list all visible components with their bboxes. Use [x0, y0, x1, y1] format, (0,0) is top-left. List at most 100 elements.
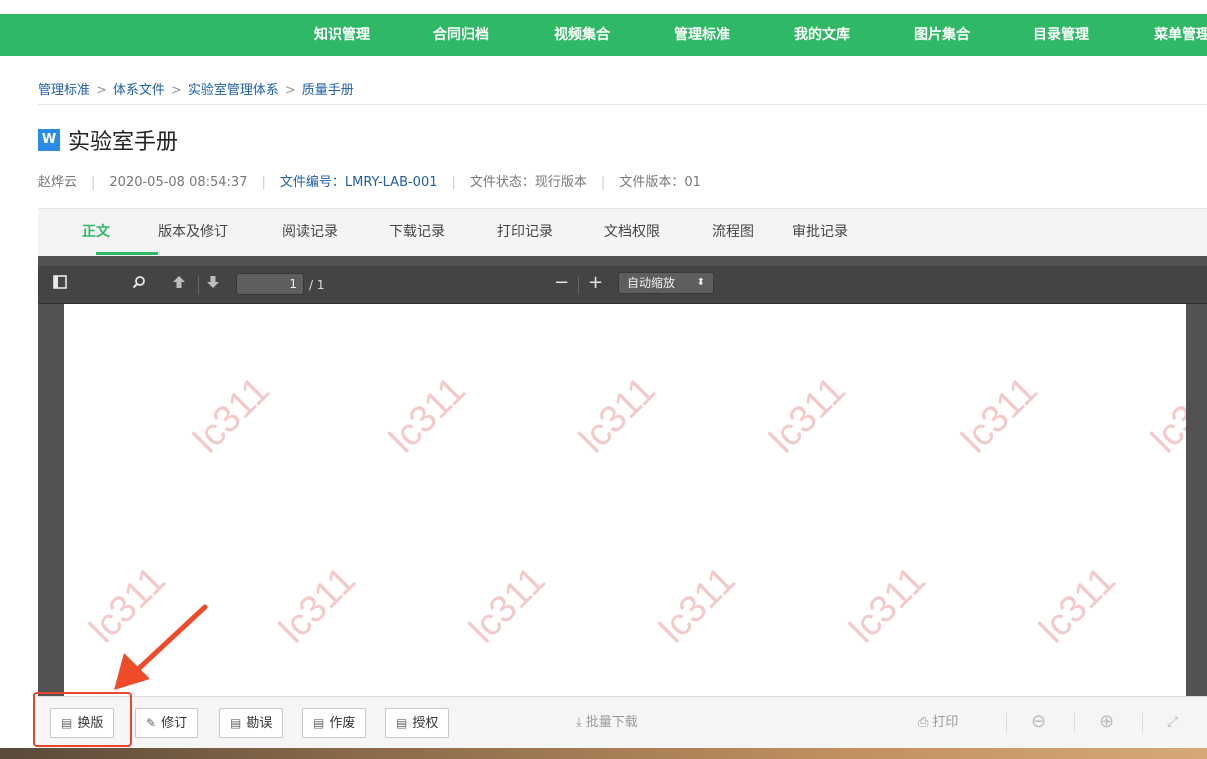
watermark: lc311: [571, 369, 664, 462]
download-icon: ⤓: [576, 715, 582, 730]
sidebar-toggle-icon[interactable]: [53, 275, 67, 295]
print-button[interactable]: ⎙ 打印: [918, 713, 958, 733]
viewer-toolbar: 1 / 1 − + 自动缩放 ⬍: [38, 266, 1207, 304]
select-arrows-icon: ⬍: [696, 277, 705, 288]
page-total: / 1: [309, 278, 325, 292]
erratum-label: 勘误: [246, 716, 273, 731]
zoom-select[interactable]: 自动缩放 ⬍: [618, 272, 714, 294]
zoom-out-icon[interactable]: ⊖: [1031, 711, 1046, 733]
doc-version-label: 文件版本：: [619, 175, 685, 190]
bottom-strip: [0, 748, 1207, 759]
doc-version: 01: [684, 175, 701, 190]
nav-item-contracts[interactable]: 合同归档: [433, 14, 489, 56]
tab-body[interactable]: 正文: [82, 209, 110, 255]
breadcrumb-item-system-files[interactable]: 体系文件: [113, 83, 165, 98]
void-label: 作废: [329, 716, 356, 731]
document-lock-icon: ▤: [396, 716, 408, 730]
page-title: 实验室手册: [68, 130, 179, 155]
watermark: lc311: [185, 369, 278, 462]
tab-bar: 正文 版本及修订 阅读记录 下载记录 打印记录 文档权限 流程图 审批记录: [38, 208, 1207, 256]
toolbar-separator: [198, 276, 199, 294]
action-separator: [1006, 713, 1007, 733]
breadcrumb-item-standards[interactable]: 管理标准: [38, 83, 90, 98]
doc-code: LMRY-LAB-001: [344, 175, 438, 190]
tab-read-records[interactable]: 阅读记录: [282, 209, 338, 255]
nav-item-videos[interactable]: 视频集合: [554, 14, 610, 56]
nav-item-catalog[interactable]: 目录管理: [1033, 14, 1089, 56]
printer-icon: ⎙: [918, 715, 929, 730]
divider: [38, 104, 1207, 105]
next-page-icon[interactable]: [206, 275, 220, 295]
active-tab-indicator: [96, 252, 158, 255]
nav-item-library[interactable]: 我的文库: [794, 14, 850, 56]
void-button[interactable]: ▤ 作废: [302, 708, 367, 738]
word-doc-icon: W: [38, 129, 60, 151]
search-icon[interactable]: [132, 275, 146, 295]
highlight-box: [33, 692, 132, 747]
toolbar-separator: [578, 276, 579, 294]
meta-separator: |: [451, 175, 456, 190]
doc-status: 现行版本: [534, 175, 587, 190]
doc-author: 赵烨云: [38, 175, 78, 190]
erratum-button[interactable]: ▤ 勘误: [219, 708, 284, 738]
revise-label: 修订: [161, 716, 188, 731]
nav-item-knowledge[interactable]: 知识管理: [314, 14, 370, 56]
pdf-viewer: 1 / 1 − + 自动缩放 ⬍ lc311 lc311 lc311 lc311…: [38, 256, 1207, 696]
print-label: 打印: [932, 715, 959, 730]
page: 知识管理 合同归档 视频集合 管理标准 我的文库 图片集合 目录管理 菜单管理 …: [0, 0, 1207, 759]
breadcrumb-separator: >: [284, 83, 296, 98]
action-separator: [1074, 713, 1075, 733]
watermark: lc311: [651, 559, 744, 652]
tab-approval-records[interactable]: 审批记录: [792, 209, 848, 255]
watermark: lc311: [841, 559, 934, 652]
fullscreen-icon[interactable]: ⤢: [1167, 711, 1178, 733]
document-icon: ▤: [313, 716, 325, 730]
meta-separator: |: [261, 175, 266, 190]
doc-code-label: 文件编号：: [279, 175, 345, 190]
nav-item-standards[interactable]: 管理标准: [674, 14, 730, 56]
revise-button[interactable]: ✎ 修订: [135, 708, 199, 738]
meta-separator: |: [91, 175, 96, 190]
authorize-button[interactable]: ▤ 授权: [385, 708, 450, 738]
zoom-in-icon[interactable]: ⊕: [1099, 711, 1114, 733]
watermark: lc311: [81, 559, 174, 652]
meta-separator: |: [600, 175, 606, 190]
nav-item-menu[interactable]: 菜单管理: [1154, 14, 1207, 56]
breadcrumb-separator: >: [170, 83, 182, 98]
prev-page-icon[interactable]: [172, 275, 186, 295]
breadcrumb: 管理标准 > 体系文件 > 实验室管理体系 > 质量手册: [38, 79, 354, 98]
watermark: lc311: [1143, 369, 1186, 462]
nav-item-images[interactable]: 图片集合: [914, 14, 970, 56]
breadcrumb-item-quality-manual[interactable]: 质量手册: [302, 83, 354, 98]
pencil-icon: ✎: [146, 716, 157, 730]
watermark: lc311: [461, 559, 554, 652]
breadcrumb-item-lab-system[interactable]: 实验室管理体系: [188, 83, 279, 98]
action-separator: [1142, 713, 1143, 733]
doc-status-label: 文件状态：: [469, 175, 535, 190]
top-nav: 知识管理 合同归档 视频集合 管理标准 我的文库 图片集合 目录管理 菜单管理: [0, 14, 1207, 56]
watermark: lc311: [1031, 559, 1124, 652]
zoom-select-value: 自动缩放: [627, 276, 676, 290]
watermark: lc311: [953, 369, 1046, 462]
batch-download-label: 批量下载: [585, 715, 638, 730]
watermark: lc311: [381, 369, 474, 462]
zoom-in-icon[interactable]: +: [588, 273, 603, 293]
tab-download-records[interactable]: 下载记录: [389, 209, 445, 255]
tab-flowchart[interactable]: 流程图: [712, 209, 754, 255]
title-row: W 实验室手册: [38, 124, 178, 156]
action-bar: ▤ 换版 ✎ 修订 ▤ 勘误 ▤ 作废 ▤ 授权 ⤓ 批量下载 ⎙ 打印 ⊖ ⊕ ⤢: [38, 696, 1207, 748]
pdf-page: lc311 lc311 lc311 lc311 lc311 lc311 lc31…: [64, 304, 1186, 696]
authorize-label: 授权: [412, 716, 439, 731]
watermark: lc311: [761, 369, 854, 462]
document-icon: ▤: [230, 716, 242, 730]
tab-permissions[interactable]: 文档权限: [604, 209, 660, 255]
breadcrumb-separator: >: [96, 83, 107, 98]
doc-meta: 赵烨云 | 2020-05-08 08:54:37 | 文件编号：LMRY-LAB-00…: [38, 171, 701, 190]
doc-datetime: 2020-05-08 08:54:37: [109, 175, 248, 190]
zoom-out-icon[interactable]: −: [554, 273, 569, 293]
tab-print-records[interactable]: 打印记录: [497, 209, 553, 255]
watermark: lc311: [271, 559, 364, 652]
page-number-input[interactable]: 1: [236, 273, 304, 295]
tab-versions[interactable]: 版本及修订: [158, 209, 228, 255]
batch-download-button[interactable]: ⤓ 批量下载: [576, 713, 638, 733]
